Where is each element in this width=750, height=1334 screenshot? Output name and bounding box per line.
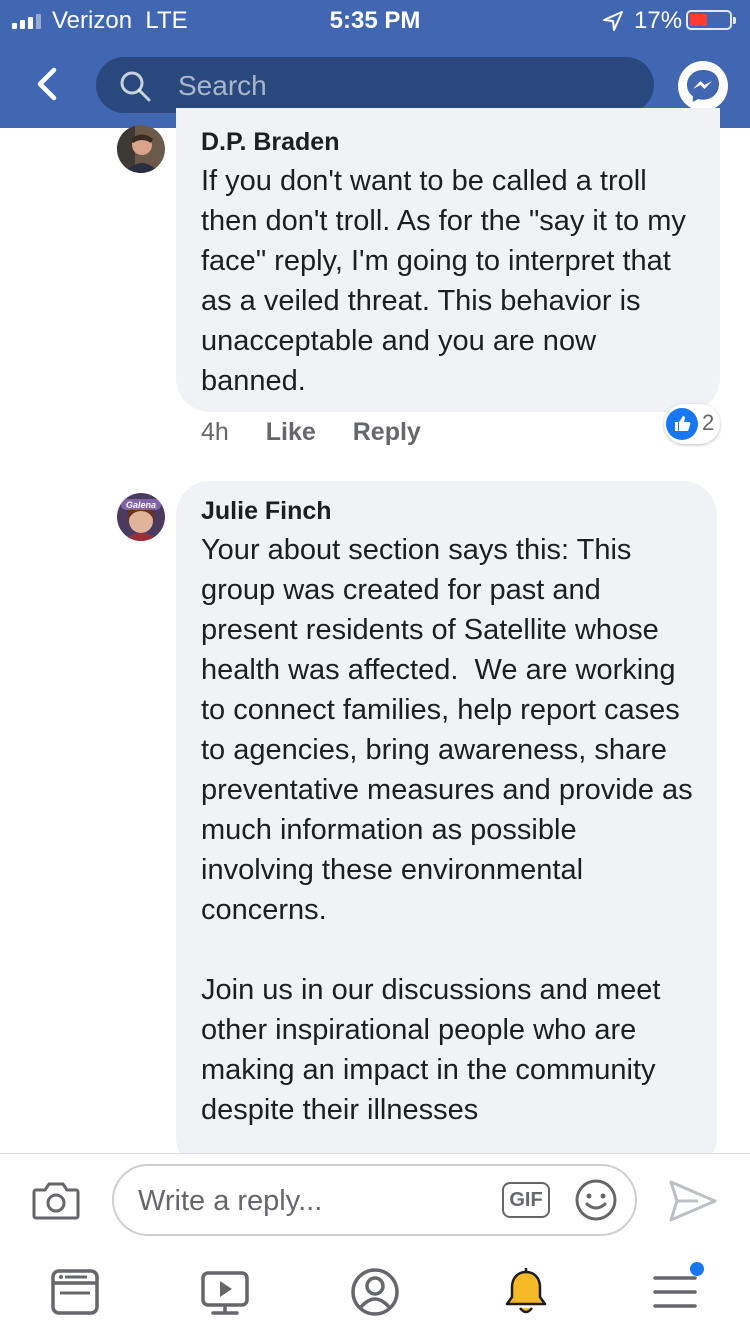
comment-text: Your about section says this: This group… (201, 534, 693, 1126)
search-input[interactable] (176, 57, 640, 115)
watch-icon[interactable] (199, 1266, 251, 1318)
avatar[interactable] (117, 125, 165, 173)
battery-level (690, 14, 707, 26)
reaction-summary[interactable]: 2 (664, 404, 720, 444)
comment-author[interactable]: D.P. Braden (201, 128, 700, 157)
reaction-count: 2 (702, 410, 715, 435)
battery-icon (686, 10, 736, 30)
comment-time: 4h (201, 418, 229, 446)
reply-button[interactable]: Reply (353, 418, 421, 446)
profile-photo-icon (117, 125, 165, 173)
reply-composer: GIF (0, 1153, 750, 1249)
comment-bubble[interactable]: D.P. Braden If you don't want to be call… (176, 108, 720, 412)
messenger-button[interactable] (678, 61, 728, 111)
send-icon[interactable] (668, 1178, 718, 1224)
camera-icon[interactable] (32, 1180, 80, 1222)
comment-author[interactable]: Julie Finch (201, 497, 697, 526)
like-reaction-icon (666, 408, 698, 440)
profile-icon[interactable] (349, 1266, 401, 1318)
avatar[interactable]: Galena (117, 493, 165, 541)
like-button[interactable]: Like (266, 418, 316, 446)
search-bar[interactable] (96, 57, 654, 115)
status-bar: Verizon LTE 5:35 PM 17% (0, 0, 750, 40)
reply-field[interactable]: GIF (112, 1164, 637, 1236)
comment-meta: 4h Like Reply (201, 418, 421, 447)
chevron-left-icon (37, 67, 57, 101)
bottom-tab-bar (0, 1248, 750, 1334)
notifications-icon[interactable] (500, 1266, 552, 1318)
location-arrow-icon (603, 11, 623, 31)
comment-text: If you don't want to be called a troll t… (201, 165, 694, 397)
battery-percent: 17% (634, 7, 683, 34)
news-feed-icon[interactable] (49, 1266, 101, 1318)
comment-bubble[interactable]: Julie Finch Your about section says this… (176, 481, 717, 1171)
reply-input[interactable] (136, 1166, 490, 1236)
search-icon (120, 71, 151, 102)
messenger-icon (687, 70, 719, 102)
back-button[interactable] (26, 62, 70, 106)
menu-badge-dot (690, 1262, 704, 1276)
emoji-icon[interactable] (574, 1178, 618, 1222)
avatar-text: Galena (125, 500, 156, 510)
gif-button[interactable]: GIF (502, 1182, 550, 1218)
